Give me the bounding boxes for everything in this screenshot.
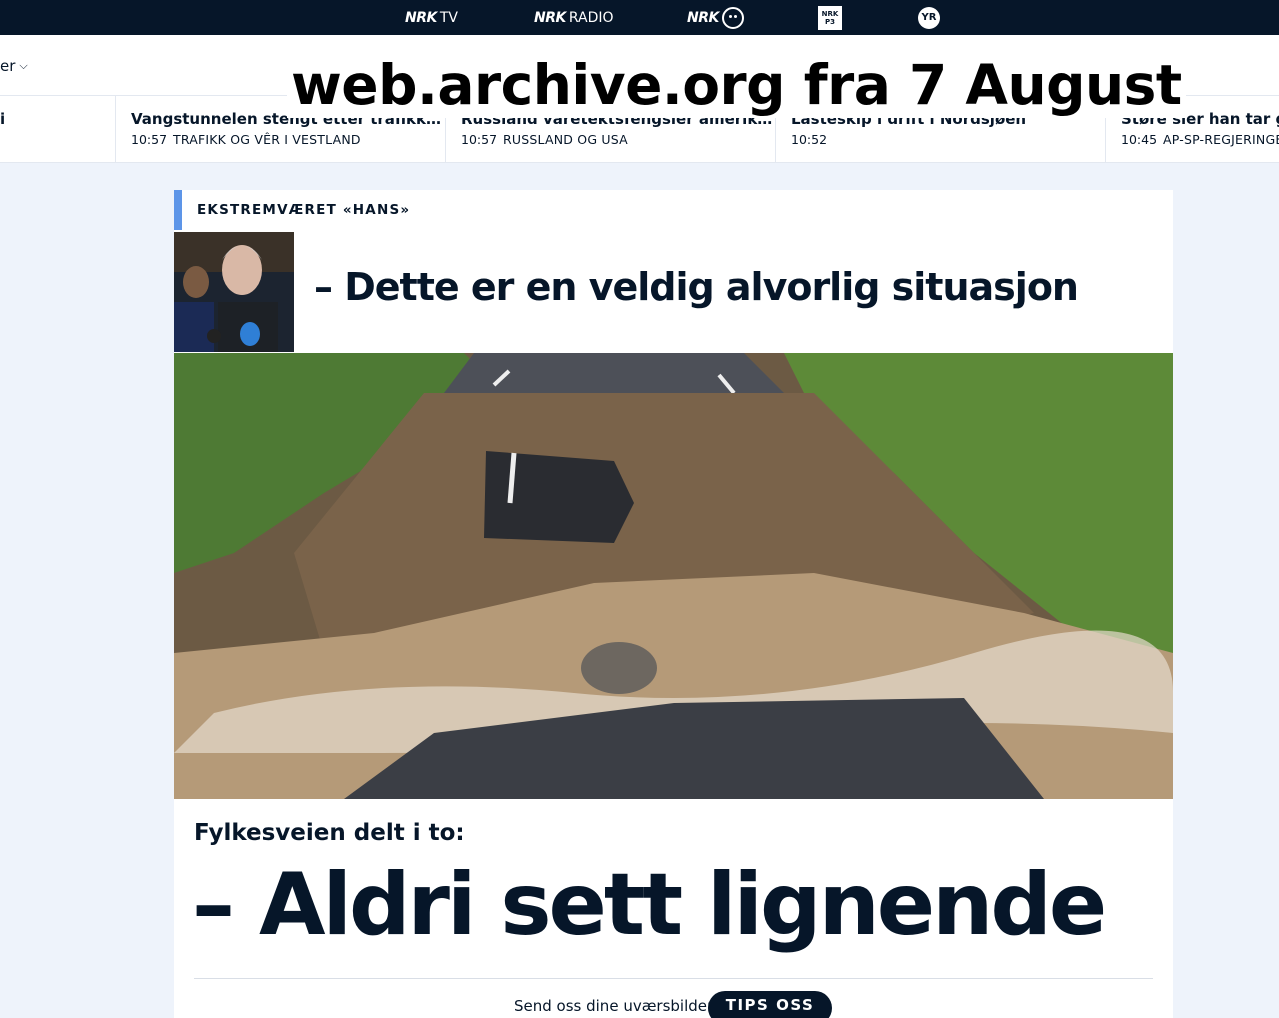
ticker-item-category: AP-SP-REGJERINGEN [1163,132,1279,147]
cta-prompt-text: Send oss dine uværsbilder [514,997,714,1015]
ticker-item-title: i [0,110,6,128]
yr-logo-icon: YR [918,6,940,29]
yr-link[interactable]: YR [918,0,940,35]
nrk-tv-label: TV [439,9,458,26]
p3-logo-icon: NRK P3 [818,5,842,30]
menu-dropdown-label: er [0,57,16,75]
super-face-icon [721,6,744,29]
article-headline-main[interactable]: – Aldri sett lignende [192,850,1107,960]
ticker-item[interactable]: i [0,96,115,162]
article-card[interactable]: EKSTREMVÆRET «HANS» – Dette er en veldig… [174,190,1173,1018]
article-hero-image[interactable] [174,353,1173,799]
nrk-tv-link[interactable]: NRK TV [405,0,458,35]
nrk-p3-link[interactable]: NRK P3 [818,0,842,35]
article-kicker-secondary: Fylkesveien delt i to: [194,820,465,846]
ticker-item-category: TRAFIKK OG VÊR I VESTLAND [173,132,361,147]
ticker-item-time: 10:52 [791,132,828,147]
yr-label: YR [921,12,937,23]
article-headline-primary[interactable]: – Dette er en veldig alvorlig situasjon [314,265,1079,309]
nrk-super-link[interactable]: NRK [687,0,744,35]
chevron-down-icon: ⌵ [19,59,28,72]
ticker-item-time: 10:57 [461,132,498,147]
washed-out-road-photo-icon [174,353,1173,799]
ticker-item-time: 10:45 [1121,132,1158,147]
tips-oss-button[interactable]: TIPS OSS [708,991,832,1018]
archive-date-overlay: web.archive.org fra 7 August [287,52,1186,118]
nrk-tv-logo: NRK [405,9,437,26]
menu-dropdown[interactable]: er ⌵ [0,57,28,75]
p3-label: NRK P3 [821,9,839,26]
nrk-radio-logo: NRK [534,9,566,26]
article-thumbnail[interactable] [174,232,294,352]
nrk-radio-label: RADIO [568,9,614,26]
top-nav-bar: NRK TV NRK RADIO NRK NRK P3 YR [0,0,1279,35]
nrk-radio-link[interactable]: NRK RADIO [534,0,614,35]
person-photo-icon [174,232,294,352]
ticker-item-time: 10:57 [131,132,168,147]
article-kicker: EKSTREMVÆRET «HANS» [174,190,1173,230]
ticker-item-category: RUSSLAND OG USA [503,132,628,147]
divider [194,978,1153,979]
nrk-super-logo: NRK [687,9,719,26]
